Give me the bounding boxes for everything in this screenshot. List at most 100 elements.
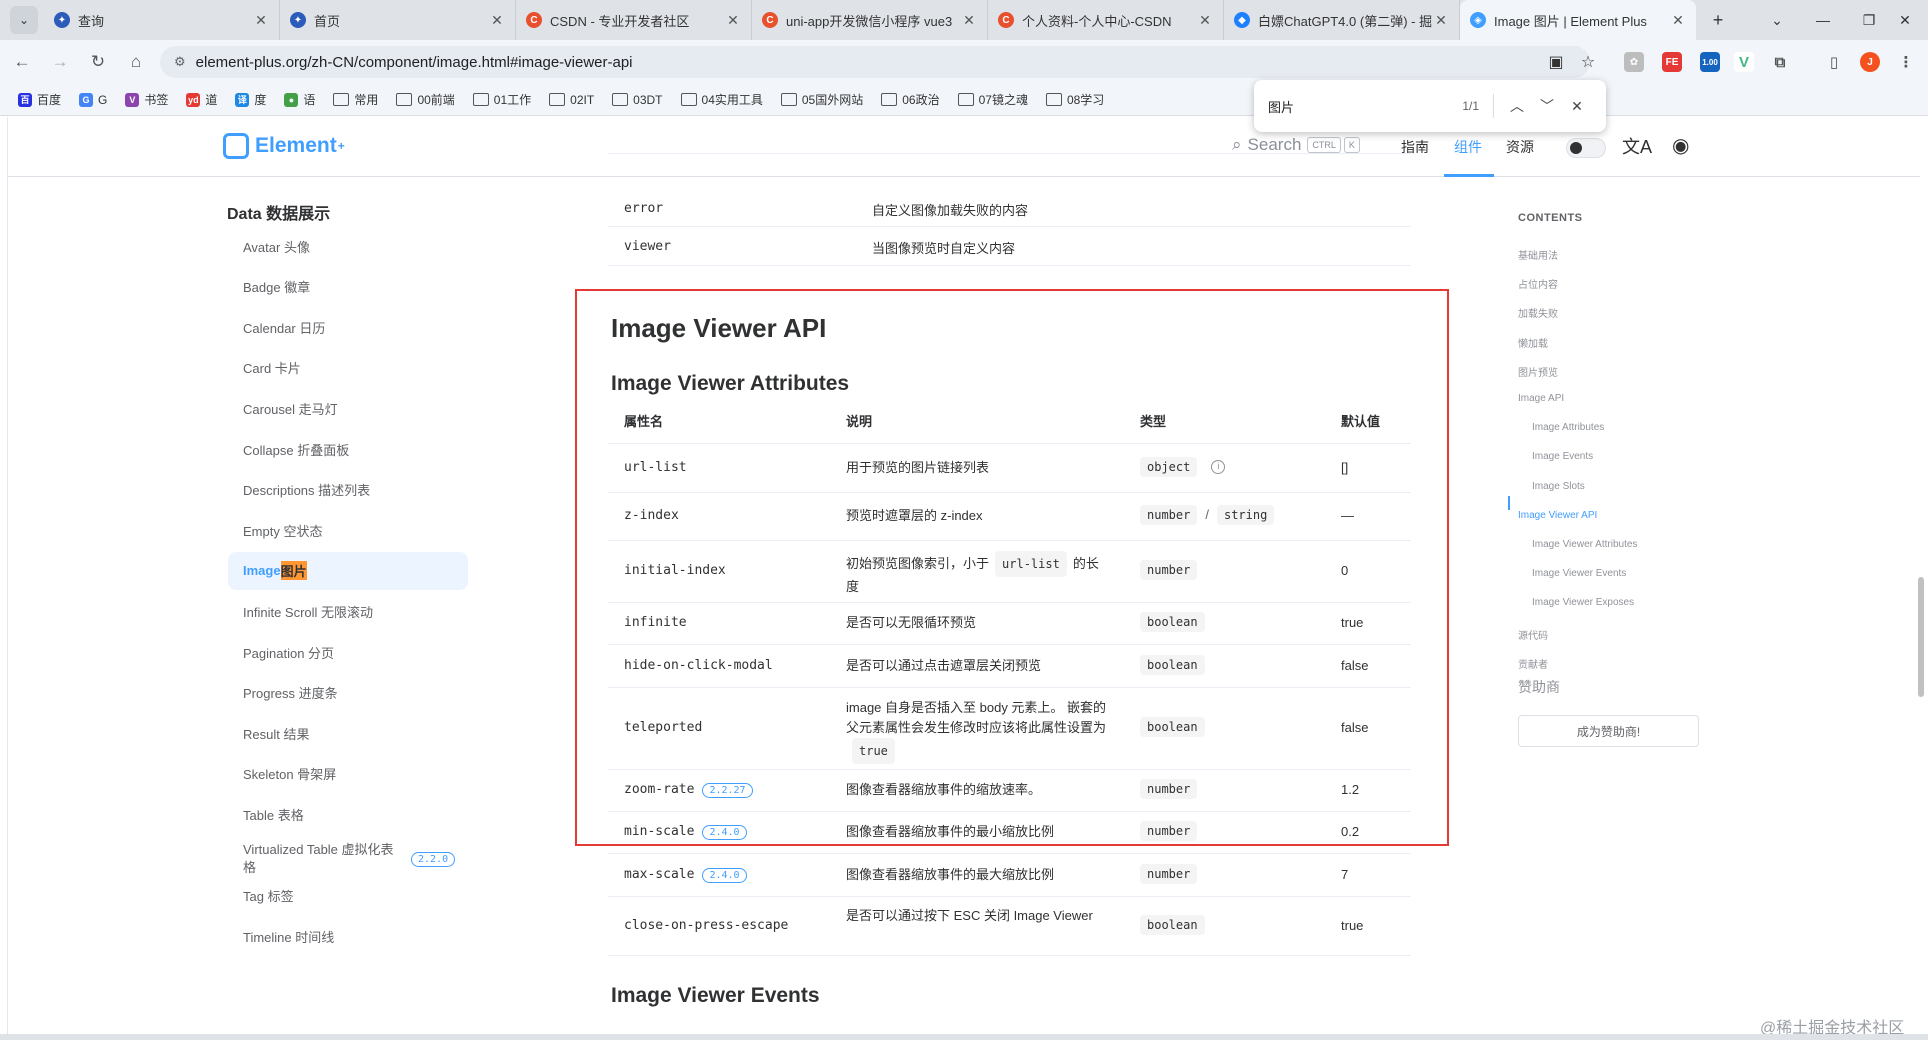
tab-close-icon[interactable]: ✕ [1433, 12, 1449, 29]
nav-guide[interactable]: 指南 [1401, 137, 1429, 157]
bookmark-item[interactable]: 百百度 [18, 91, 61, 108]
sidebar-item[interactable]: Badge 徽章 [228, 268, 468, 306]
bookmark-item[interactable]: 03DT [612, 93, 663, 107]
toc-link[interactable]: Image API [1518, 393, 1564, 404]
more-menu-icon[interactable]: ⋮ [1896, 52, 1916, 72]
bookmark-item[interactable]: 04实用工具 [680, 91, 763, 108]
sidebar-item[interactable]: Table 表格 [228, 795, 468, 833]
sidebar-item[interactable]: Card 卡片 [228, 349, 468, 387]
find-next-icon[interactable]: ﹀ [1532, 96, 1562, 116]
bookmark-item[interactable]: 06政治 [881, 91, 940, 108]
url-field[interactable]: ⚙ element-plus.org/zh-CN/component/image… [160, 46, 1590, 78]
element-logo[interactable]: Element + [223, 133, 345, 159]
rate-extension-icon[interactable]: 1.00 [1700, 52, 1720, 72]
sidebar-item[interactable]: Skeleton 骨架屏 [228, 755, 468, 793]
bookmark-item[interactable]: ● 语 [284, 91, 315, 108]
sidebar-item[interactable]: Empty 空状态 [228, 511, 468, 549]
sidebar-item[interactable]: Carousel 走马灯 [228, 389, 468, 427]
toc-link[interactable]: Image Attributes [1532, 422, 1604, 433]
extension-icon[interactable]: ✿ [1624, 52, 1644, 72]
site-info-icon[interactable]: ⚙ [174, 54, 186, 70]
bookmark-item[interactable]: yd 道 [186, 91, 217, 108]
toc-link[interactable]: 懒加载 [1518, 335, 1548, 350]
info-icon[interactable]: i [1211, 460, 1226, 475]
minimize-button[interactable]: — [1800, 0, 1846, 40]
page-info-icon[interactable]: ▣ [1540, 46, 1572, 78]
browser-tab[interactable]: C CSDN - 专业开发者社区 ✕ [516, 0, 752, 40]
close-window-button[interactable]: ✕ [1882, 0, 1928, 40]
sidebar-item[interactable]: Avatar 头像 [228, 227, 468, 265]
bookmark-item[interactable]: 常用 [333, 91, 378, 108]
sidebar-item[interactable]: Collapse 折叠面板 [228, 430, 468, 468]
toc-link[interactable]: 占位内容 [1518, 276, 1558, 291]
tab-close-icon[interactable]: ✕ [1670, 12, 1686, 29]
bookmark-item[interactable]: 00前端 [396, 91, 455, 108]
back-icon[interactable]: ← [6, 46, 38, 78]
bookmark-item[interactable]: 08学习 [1045, 91, 1104, 108]
toc-link[interactable]: 基础用法 [1518, 247, 1558, 262]
sidebar-item[interactable]: Infinite Scroll 无限滚动 [228, 592, 468, 630]
browser-tab[interactable]: ✦ 首页 ✕ [280, 0, 516, 40]
find-input[interactable]: 图片 [1268, 97, 1462, 116]
become-sponsor-button[interactable]: 成为赞助商! [1518, 715, 1699, 747]
toc-link[interactable]: Image Slots [1532, 481, 1585, 492]
language-icon[interactable]: 文A [1622, 133, 1652, 159]
browser-tab[interactable]: ◆ 白嫖ChatGPT4.0 (第二弹) - 掘 ✕ [1224, 0, 1460, 40]
tab-close-icon[interactable]: ✕ [253, 12, 269, 29]
toc-link[interactable]: 贡献者 [1518, 656, 1548, 671]
tab-close-icon[interactable]: ✕ [961, 12, 977, 29]
toc-link[interactable]: Image Viewer Events [1532, 568, 1626, 579]
browser-tab[interactable]: ◈ Image 图片 | Element Plus ✕ [1460, 0, 1696, 40]
find-close-icon[interactable]: ✕ [1562, 98, 1592, 115]
search-button[interactable]: ⌕ Search CTRL K [1232, 135, 1360, 155]
attr-name: teleported [624, 720, 702, 735]
bookmark-item[interactable]: 05国外网站 [780, 91, 863, 108]
side-panel-icon[interactable]: ▯ [1824, 52, 1844, 72]
toc-link[interactable]: 图片预览 [1518, 364, 1558, 379]
tab-close-icon[interactable]: ✕ [1197, 12, 1213, 29]
bookmark-star-icon[interactable]: ☆ [1572, 46, 1604, 78]
dark-mode-toggle[interactable] [1566, 138, 1606, 158]
github-icon[interactable]: ◉ [1672, 133, 1689, 158]
toc-link[interactable]: Image Viewer Exposes [1532, 597, 1634, 608]
toc-link[interactable]: Image Events [1532, 451, 1593, 462]
sidebar-item[interactable]: Result 结果 [228, 714, 468, 752]
new-tab-button[interactable]: + [1704, 6, 1732, 34]
collapse-icon[interactable]: ⌄ [1754, 0, 1800, 40]
sidebar-item[interactable]: Virtualized Table 虚拟化表格 2.2.0 [228, 836, 468, 882]
bookmark-item[interactable]: GG [79, 92, 107, 107]
vue-devtools-icon[interactable]: V [1734, 52, 1754, 72]
toc-link[interactable]: Image Viewer Attributes [1532, 539, 1637, 550]
browser-tab[interactable]: Cuni-app开发微信小程序 vue3 ✕ [752, 0, 988, 40]
bookmark-item[interactable]: 01工作 [472, 91, 531, 108]
reload-icon[interactable]: ↻ [82, 46, 114, 78]
find-prev-icon[interactable]: ︿ [1502, 96, 1532, 116]
bookmark-item[interactable]: 02IT [549, 93, 594, 107]
bookmark-item[interactable]: V 书签 [125, 91, 168, 108]
nav-resource[interactable]: 资源 [1506, 137, 1534, 157]
sidebar-item[interactable]: Image 图片 [228, 551, 468, 590]
extensions-puzzle-icon[interactable]: ⧉ [1770, 52, 1790, 72]
sidebar-item[interactable]: Progress 进度条 [228, 674, 468, 712]
profile-avatar[interactable]: J [1860, 52, 1880, 72]
browser-tab[interactable]: C 个人资料-个人中心-CSDN ✕ [988, 0, 1224, 40]
toc-link[interactable]: 加载失败 [1518, 305, 1558, 320]
sidebar-item[interactable]: Pagination 分页 [228, 633, 468, 671]
sidebar-item[interactable]: Calendar 日历 [228, 308, 468, 346]
nav-component[interactable]: 组件 [1454, 137, 1482, 157]
toc-link[interactable]: Image Viewer API [1518, 510, 1597, 521]
bookmark-item[interactable]: 译度 [235, 91, 266, 108]
sidebar-item[interactable]: Timeline 时间线 [228, 917, 468, 955]
tab-search-menu-icon[interactable]: ⌄ [10, 6, 38, 34]
browser-tab[interactable]: ✦ 查询 ✕ [44, 0, 280, 40]
tab-close-icon[interactable]: ✕ [489, 12, 505, 29]
bookmark-item[interactable]: 07镜之魂 [957, 91, 1028, 108]
sidebar-item[interactable]: Tag 标签 [228, 877, 468, 915]
fe-extension-icon[interactable]: FE [1662, 52, 1682, 72]
home-icon[interactable]: ⌂ [120, 46, 152, 78]
toc-link[interactable]: 源代码 [1518, 627, 1548, 642]
scrollbar-thumb[interactable] [1918, 577, 1924, 697]
sidebar-item[interactable]: Descriptions 描述列表 [228, 471, 468, 509]
forward-icon[interactable]: → [44, 46, 76, 78]
tab-close-icon[interactable]: ✕ [725, 12, 741, 29]
